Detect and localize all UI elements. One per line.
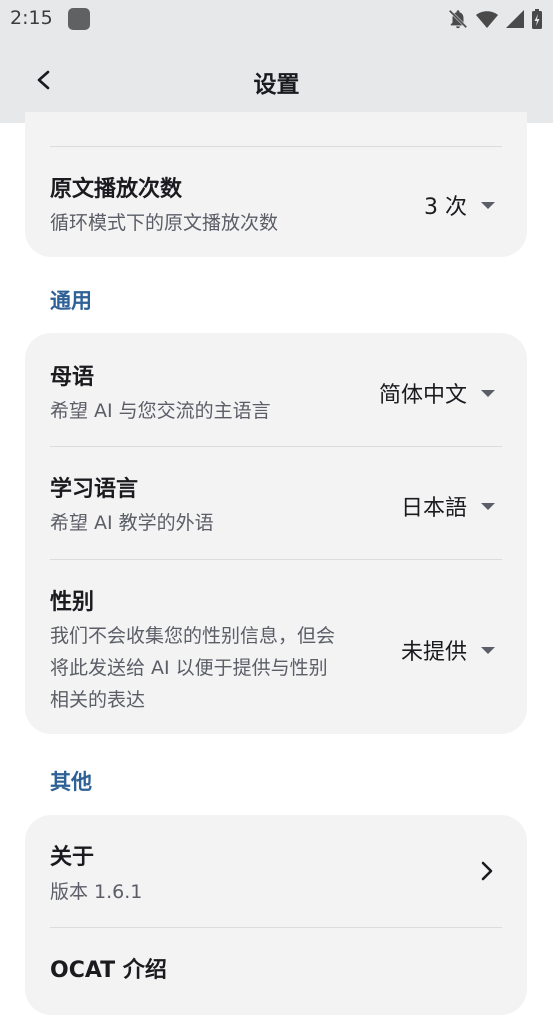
status-icons [447,8,543,30]
native-language-row[interactable]: 母语 希望 AI 与您交流的主语言 简体中文 [25,333,527,446]
chevron-right-icon [481,861,493,881]
other-settings-card: 关于 版本 1.6.1 OCAT 介绍 [25,815,527,1015]
gender-subtitle-line-3: 相关的表达 [50,689,146,711]
gender-value: 未提供 [400,640,467,665]
dropdown-arrow-icon [481,201,495,209]
playback-count-value: 3 次 [424,195,467,220]
playback-count-title: 原文播放次数 [50,177,183,202]
page-title: 设置 [253,72,300,98]
section-header-general: 通用 [50,289,92,313]
dropdown-arrow-icon [481,646,495,654]
native-language-subtitle: 希望 AI 与您交流的主语言 [50,400,271,422]
section-header-other: 其他 [50,770,92,794]
status-time: 2:15 [10,7,53,29]
gender-subtitle-line-1: 我们不会收集您的性别信息，但会 [50,625,336,647]
about-version: 版本 1.6.1 [50,881,143,903]
gender-title: 性别 [50,590,95,615]
learning-language-value: 日本語 [400,496,467,521]
gender-dropdown[interactable]: 未提供 [401,634,495,666]
playback-settings-card: 原文播放次数 循环模式下的原文播放次数 3 次 [25,112,527,257]
dropdown-arrow-icon [481,389,495,397]
learning-language-title: 学习语言 [50,477,139,502]
learning-language-row[interactable]: 学习语言 希望 AI 教学的外语 日本語 [25,447,527,559]
playback-count-subtitle: 循环模式下的原文播放次数 [50,212,279,234]
learning-language-dropdown[interactable]: 日本語 [401,490,495,522]
dropdown-arrow-icon [481,502,495,510]
battery-icon [532,9,542,29]
gender-subtitle-line-2: 将此发送给 AI 以便于提供与性别 [50,657,328,679]
about-title: 关于 [50,845,95,870]
wifi-icon [476,11,498,28]
status-bar: 2:15 [0,0,553,38]
ocat-intro-row[interactable]: OCAT 介绍 [25,928,527,1015]
gender-row[interactable]: 性别 我们不会收集您的性别信息，但会 将此发送给 AI 以便于提供与性别 相关的… [25,560,527,734]
notifications-off-icon [448,9,468,29]
cell-signal-icon [506,10,524,28]
native-language-title: 母语 [50,365,95,390]
playback-count-row[interactable]: 原文播放次数 循环模式下的原文播放次数 3 次 [25,147,527,257]
about-row[interactable]: 关于 版本 1.6.1 [25,815,527,927]
learning-language-subtitle: 希望 AI 教学的外语 [50,512,214,534]
app-bar: 设置 [0,38,553,123]
native-language-dropdown[interactable]: 简体中文 [379,377,495,409]
app-notification-icon [68,8,90,30]
general-settings-card: 母语 希望 AI 与您交流的主语言 简体中文 学习语言 希望 AI 教学的外语 … [25,333,527,734]
playback-count-dropdown[interactable]: 3 次 [424,189,495,221]
native-language-value: 简体中文 [378,383,467,408]
ocat-intro-title: OCAT 介绍 [50,958,167,983]
